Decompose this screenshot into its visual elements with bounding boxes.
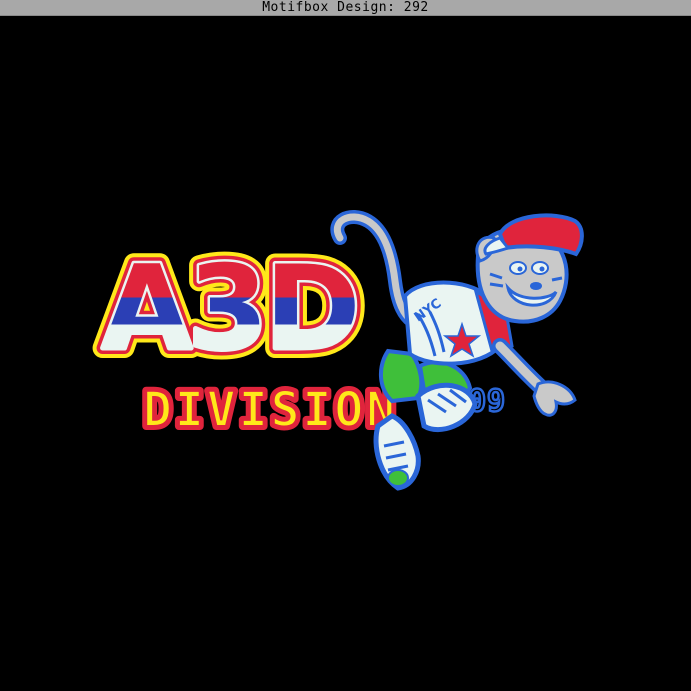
hand — [532, 380, 577, 417]
design-artwork: A3D A3D A3D A3D A3D DIVISION DIVISION 09 — [92, 210, 584, 491]
cap — [497, 213, 584, 257]
sneaker-front — [415, 382, 478, 433]
logo-sub-text: DIVISION — [143, 382, 398, 438]
pupil-left — [517, 266, 523, 272]
window-titlebar: Motifbox Design: 292 — [0, 0, 691, 16]
design-canvas: A3D A3D A3D A3D A3D DIVISION DIVISION 09 — [0, 16, 691, 691]
tiger-mascot: NYC — [330, 210, 584, 491]
logo-main-text: A3D — [102, 241, 357, 376]
pupil-right — [539, 266, 545, 272]
window-title: Motifbox Design: 292 — [262, 0, 429, 15]
nose — [530, 282, 542, 290]
sock-back — [387, 469, 409, 487]
logo-main: A3D A3D A3D A3D — [92, 231, 371, 386]
